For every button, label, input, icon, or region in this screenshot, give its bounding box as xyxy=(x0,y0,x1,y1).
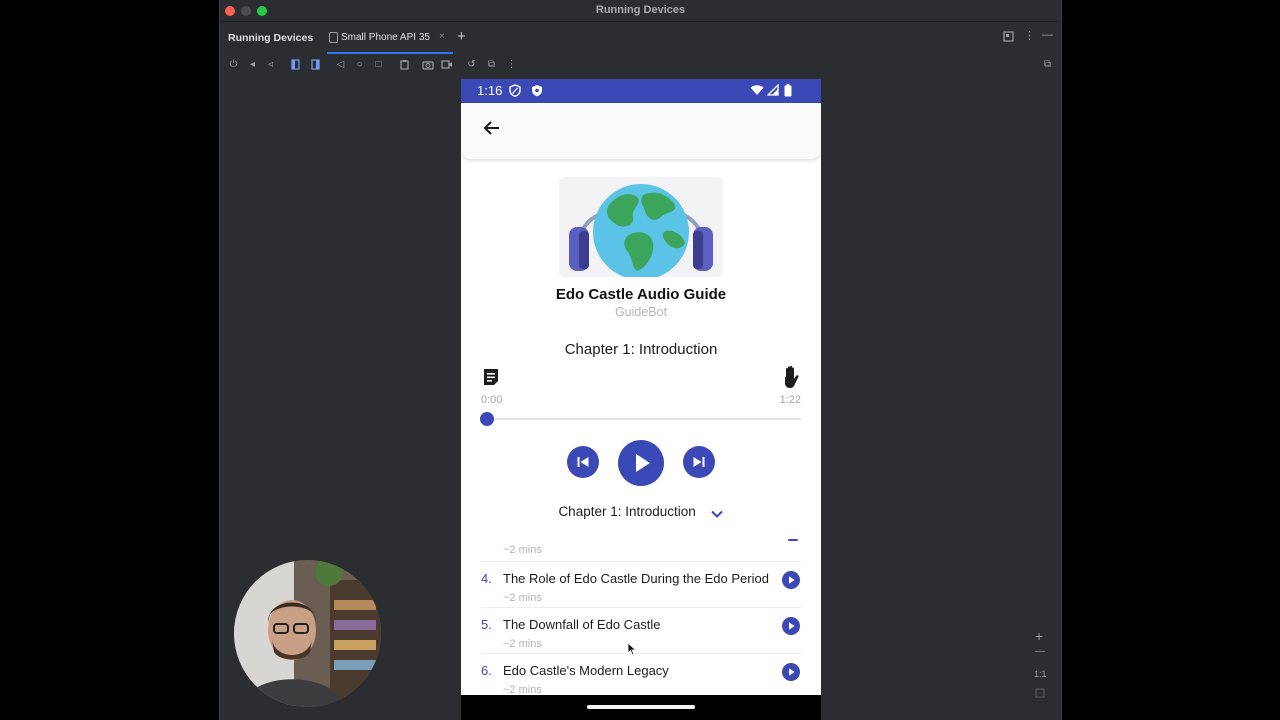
signal-icon xyxy=(766,83,779,99)
guide-cover-art xyxy=(559,177,723,277)
clipboard-icon[interactable] xyxy=(399,59,410,70)
previous-chapter-button[interactable] xyxy=(567,446,599,478)
chapter-dropdown[interactable]: Chapter 1: Introduction xyxy=(461,504,821,519)
android-nav-bar xyxy=(461,695,821,720)
chapter-title: The Downfall of Edo Castle xyxy=(503,617,661,632)
play-icon xyxy=(789,622,795,630)
next-chapter-button[interactable] xyxy=(683,446,715,478)
guide-author: GuideBot xyxy=(614,305,668,319)
power-icon[interactable]: ⏻ xyxy=(228,59,239,70)
device-toolbar: ⏻ ◂ ◃ ◁ ○ □ ↺ ⧉ ⋮ ⧉ xyxy=(220,56,1061,76)
fit-screen-icon[interactable] xyxy=(1035,688,1045,701)
tool-window-tabbar: Running Devices Small Phone API 35 × + xyxy=(220,24,1061,54)
play-icon xyxy=(789,576,795,584)
skip-next-icon xyxy=(693,457,705,467)
current-chapter-title: Chapter 1: Introduction xyxy=(564,341,718,358)
chapter-title: Edo Castle's Modern Legacy xyxy=(503,663,669,678)
overview-nav-icon[interactable]: □ xyxy=(373,59,384,70)
play-icon xyxy=(636,454,650,472)
device-tab-label: Small Phone API 35 xyxy=(341,32,430,43)
webcam-overlay xyxy=(234,560,381,707)
previous-item-play-edge xyxy=(788,539,798,541)
guide-title: Edo Castle Audio Guide xyxy=(555,286,727,303)
more-options-icon[interactable]: ⋮ xyxy=(1024,29,1035,42)
shield-icon xyxy=(509,84,521,100)
total-time: 1:22 xyxy=(779,394,801,406)
layout-icon[interactable] xyxy=(1003,31,1014,45)
add-device-icon[interactable]: + xyxy=(457,28,466,45)
phone-icon xyxy=(329,32,338,43)
chapter-dropdown-label: Chapter 1: Introduction xyxy=(558,504,696,519)
back-nav-icon[interactable]: ◁ xyxy=(335,59,346,70)
list-item[interactable]: 5. The Downfall of Edo Castle ~2 mins xyxy=(481,607,801,653)
zoom-in-icon[interactable]: + xyxy=(1035,628,1043,644)
battery-icon xyxy=(784,84,792,100)
emulator-screen[interactable]: 1:16 Edo Castle Audio Guide GuideBot Cha… xyxy=(461,79,821,720)
mouse-cursor-icon xyxy=(627,642,637,656)
play-icon xyxy=(789,668,795,676)
android-status-bar: 1:16 xyxy=(461,79,821,103)
raise-hand-icon[interactable] xyxy=(781,365,801,389)
list-item[interactable]: 6. Edo Castle's Modern Legacy ~2 mins xyxy=(481,653,801,695)
gesture-handle[interactable] xyxy=(587,705,695,709)
security-icon xyxy=(531,84,543,100)
toolbar-more-icon[interactable]: ⋮ xyxy=(506,59,517,70)
chapter-number: 4. xyxy=(481,571,492,586)
chapter-play-button[interactable] xyxy=(782,663,800,681)
elapsed-time: 0:00 xyxy=(481,394,503,406)
chapter-number: 5. xyxy=(481,617,492,632)
volume-down-icon[interactable]: ◃ xyxy=(265,59,276,70)
device-tab[interactable]: Small Phone API 35 × xyxy=(327,24,453,54)
seek-bar-thumb[interactable] xyxy=(480,412,494,426)
chapter-duration: ~2 mins xyxy=(503,638,542,650)
chapter-duration: ~2 mins xyxy=(503,592,542,604)
rotate-right-icon[interactable] xyxy=(310,59,321,70)
wifi-icon xyxy=(750,84,764,99)
previous-item-duration: ~2 mins xyxy=(503,544,542,556)
display-settings-icon[interactable]: ⧉ xyxy=(486,59,497,70)
status-time: 1:16 xyxy=(477,83,503,98)
chapter-play-button[interactable] xyxy=(782,617,800,635)
actual-size-button[interactable]: 1:1 xyxy=(1034,669,1047,679)
mirror-icon[interactable]: ⧉ xyxy=(1042,59,1053,70)
app-top-bar xyxy=(461,103,821,159)
camera-icon[interactable] xyxy=(422,59,434,70)
window-title: Running Devices xyxy=(595,4,686,16)
screen: Running Devices Running Devices Small Ph… xyxy=(0,0,1280,720)
transcript-icon[interactable] xyxy=(483,368,499,386)
chapter-play-button[interactable] xyxy=(782,571,800,589)
window-titlebar: Running Devices xyxy=(220,0,1061,22)
list-item[interactable]: 4. The Role of Edo Castle During the Edo… xyxy=(481,561,801,607)
zoom-out-icon[interactable]: — xyxy=(1035,646,1045,657)
play-button[interactable] xyxy=(618,440,664,486)
hide-panel-icon[interactable]: — xyxy=(1042,29,1053,41)
seek-bar-track[interactable] xyxy=(487,418,801,420)
volume-up-icon[interactable]: ◂ xyxy=(247,59,258,70)
home-nav-icon[interactable]: ○ xyxy=(354,59,365,70)
reset-icon[interactable]: ↺ xyxy=(466,59,477,70)
rotate-left-icon[interactable] xyxy=(290,59,301,70)
back-arrow-icon[interactable] xyxy=(482,118,502,142)
record-icon[interactable] xyxy=(441,59,452,70)
tool-window-title: Running Devices xyxy=(228,32,314,44)
chevron-down-icon xyxy=(710,507,724,519)
chapter-number: 6. xyxy=(481,663,492,678)
chapter-title: The Role of Edo Castle During the Edo Pe… xyxy=(503,571,769,586)
chapter-duration: ~2 mins xyxy=(503,684,542,695)
skip-previous-icon xyxy=(577,457,589,467)
close-tab-icon[interactable]: × xyxy=(439,31,445,42)
chapter-list[interactable]: ~2 mins 4. The Role of Edo Castle During… xyxy=(461,535,821,695)
